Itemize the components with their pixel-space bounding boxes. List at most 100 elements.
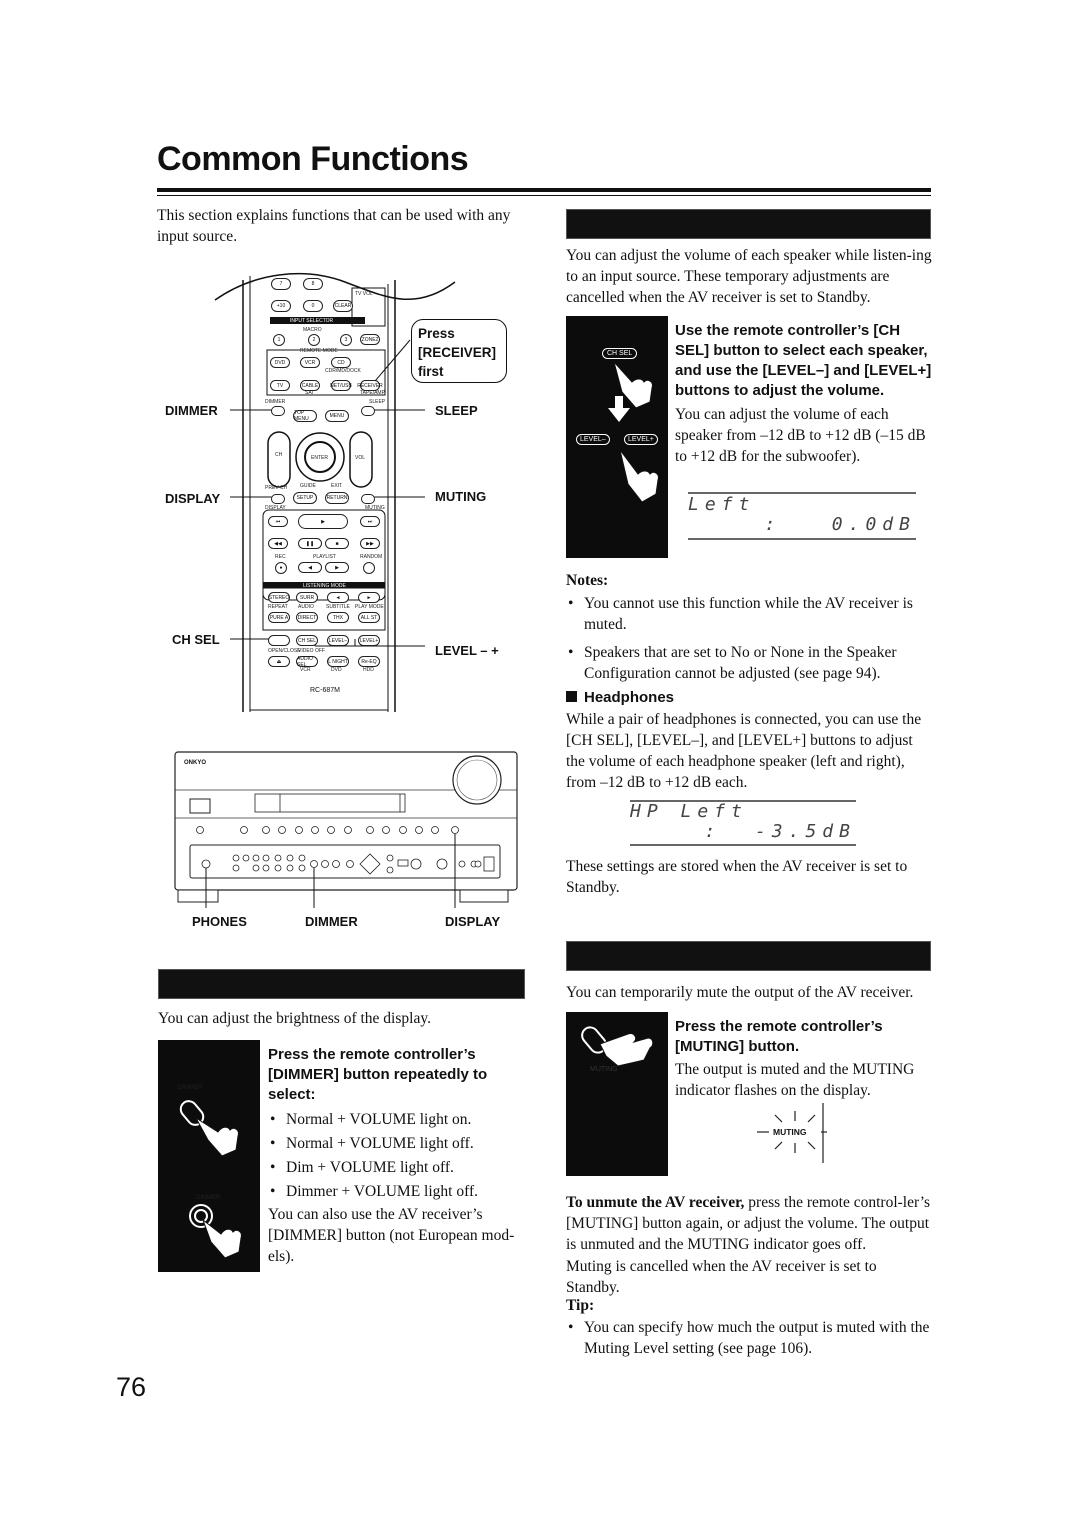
note-item: You cannot use this function while the A… (566, 593, 934, 635)
remote-label-vol: VOL (355, 455, 366, 461)
remote-button-next-track: ⏭ (360, 516, 380, 527)
callout-ch-sel: CH SEL (172, 632, 220, 647)
speaker-levels-header-bar (566, 209, 931, 239)
remote-label-prev-ch: PREV CH (265, 485, 288, 491)
remote-label-exit: EXIT (331, 483, 343, 489)
remote-label-sat: SAT (305, 390, 315, 396)
remote-label-macro: MACRO (303, 327, 322, 333)
remote-label-remote-mode: REMOTE MODE (300, 348, 338, 354)
press-receiver-callout: Press [RECEIVER] first (411, 319, 507, 383)
remote-button-audio-sel: AUDIO SEL (296, 656, 318, 668)
remote-label-rec: REC (275, 554, 286, 560)
remote-button-rewind: ◀◀ (268, 538, 288, 549)
remote-button-re-eq: Re-EQ (358, 656, 380, 667)
remote-button-random (363, 562, 375, 574)
unmute-paragraph: To unmute the AV receiver, press the rem… (566, 1192, 934, 1255)
remote-macro-2: 2 (308, 334, 320, 346)
remote-button-direct: DIRECT (296, 612, 318, 623)
hp-lcd-line-2: : -3.5dB (704, 821, 856, 842)
muting-indicator-label: MUTING (773, 1127, 807, 1137)
remote-button-mode-prev: ◄ (327, 592, 349, 603)
headphones-heading: Headphones (566, 689, 674, 706)
remote-button-clear: CLEAR (333, 300, 353, 312)
remote-button-ffwd: ▶▶ (360, 538, 380, 549)
title-rule-thin (157, 195, 931, 196)
remote-label-enter: ENTER (311, 455, 328, 461)
callout-display: DISPLAY (165, 491, 221, 506)
arrow-down-icon (608, 396, 630, 422)
remote-button-return: RETURN (325, 492, 349, 504)
remote-label-input-selector: INPUT SELECTOR (290, 318, 334, 324)
dimmer-options-list: Normal + VOLUME light on. Normal + VOLUM… (268, 1108, 528, 1204)
remote-button-level-plus: LEVEL+ (358, 635, 380, 646)
muting-intro: You can temporarily mute the output of t… (566, 984, 914, 1001)
remote-label-listening-mode: LISTENING MODE (303, 583, 346, 589)
remote-macro-1: 1 (273, 334, 285, 346)
remote-button-sleep (361, 406, 375, 416)
remote-macro-3: 3 (340, 334, 352, 346)
dimmer-illustration-panel: DIMMER DIMMER (158, 1040, 260, 1272)
remote-button-blank (268, 635, 290, 646)
receiver-brand-logo: ONKYO (184, 760, 207, 766)
remote-button-surr: SURR (296, 592, 318, 603)
intro-text: This section explains functions that can… (157, 207, 511, 245)
notes-list: You cannot use this function while the A… (566, 593, 934, 684)
remote-button-tv: TV (270, 380, 290, 391)
lcd-line-1: Left (688, 494, 756, 515)
remote-button-l-night: L NIGHT (327, 656, 349, 667)
dimmer-option: Normal + VOLUME light on. (268, 1108, 528, 1132)
dimmer-intro: You can adjust the brightness of the dis… (158, 1010, 431, 1027)
muting-step: Press the remote controller’s [MUTING] b… (675, 1017, 933, 1101)
hp-lcd-line-1: HP Left (630, 801, 748, 822)
hand-pressing-dimmer-icon (179, 1100, 239, 1157)
remote-button-all-st: ALL ST (358, 612, 380, 623)
remote-label-subtitle: SUBTITLE (326, 604, 350, 610)
hand-pressing-level-icon (619, 449, 659, 503)
receiver-figure: ONKYO PHONES DIMMER DISPLAY (160, 748, 530, 938)
remote-figure: 7 8 +10 0 CLEAR TV VOL INPUT SELECTOR MA… (155, 262, 530, 712)
remote-button-thx: THX (327, 612, 349, 623)
press-receiver-line3: first (418, 364, 444, 379)
remote-button-playlist-next: ▶ (325, 562, 349, 573)
stored-text: These settings are stored when the AV re… (566, 858, 908, 896)
headphones-body: While a pair of headphones is connected,… (566, 711, 922, 791)
remote-model-label: RC-687M (310, 687, 340, 694)
headphones-heading-text: Headphones (584, 689, 675, 706)
remote-label-guide: GUIDE (300, 483, 316, 489)
remote-button-dimmer (271, 406, 285, 416)
speaker-levels-step-heading: Use the remote controller’s [CH SEL] but… (675, 322, 932, 399)
remote-button-muting (361, 494, 375, 504)
remote-label-muting: MUTING (365, 505, 385, 511)
page-number: 76 (116, 1372, 147, 1402)
remote-label-audio: AUDIO (298, 604, 314, 610)
remote-button-menu: MENU (325, 410, 349, 422)
press-receiver-line1: Press (418, 326, 455, 341)
remote-button-dvd: DVD (270, 357, 290, 368)
remote-button-playlist-prev: ◀ (298, 562, 322, 573)
remote-button-stereo: STEREO (268, 592, 290, 603)
title-rule-thick (157, 188, 931, 192)
remote-button-pure-a: PURE A (268, 612, 290, 623)
remote-label-hdd: HDD (363, 667, 374, 673)
dimmer-note: You can also use the AV receiver’s [DIMM… (268, 1206, 515, 1265)
muting-indicator-figure: MUTING (755, 1103, 835, 1163)
square-bullet-icon (566, 691, 577, 702)
callout-receiver-dimmer: DIMMER (305, 914, 358, 929)
tip-heading: Tip: (566, 1297, 595, 1314)
muting-step-body: The output is muted and the MUTING indic… (675, 1061, 915, 1099)
tip-item: You can specify how much the output is m… (566, 1317, 934, 1359)
muting-illustration-panel: MUTING (566, 1012, 668, 1176)
remote-button-ch-sel: CH SEL (296, 635, 318, 646)
tip-list: You can specify how much the output is m… (566, 1317, 934, 1359)
notes-heading: Notes: (566, 572, 609, 589)
remote-label-cdr-md-dock: CDR/MD/DOCK (325, 368, 361, 374)
remote-label-sleep: SLEEP (369, 399, 386, 405)
lcd-left-level-display: Left : 0.0dB (688, 492, 916, 540)
remote-button-setup: SETUP (293, 492, 317, 504)
remote-label-tv-vol: TV VOL (355, 291, 373, 297)
speaker-levels-step: Use the remote controller’s [CH SEL] but… (675, 321, 933, 467)
callout-sleep: SLEEP (435, 403, 478, 418)
remote-button-cd: CD (331, 357, 351, 368)
callout-muting: MUTING (435, 489, 487, 504)
remote-button-zone2: ZONE2 (360, 334, 380, 345)
